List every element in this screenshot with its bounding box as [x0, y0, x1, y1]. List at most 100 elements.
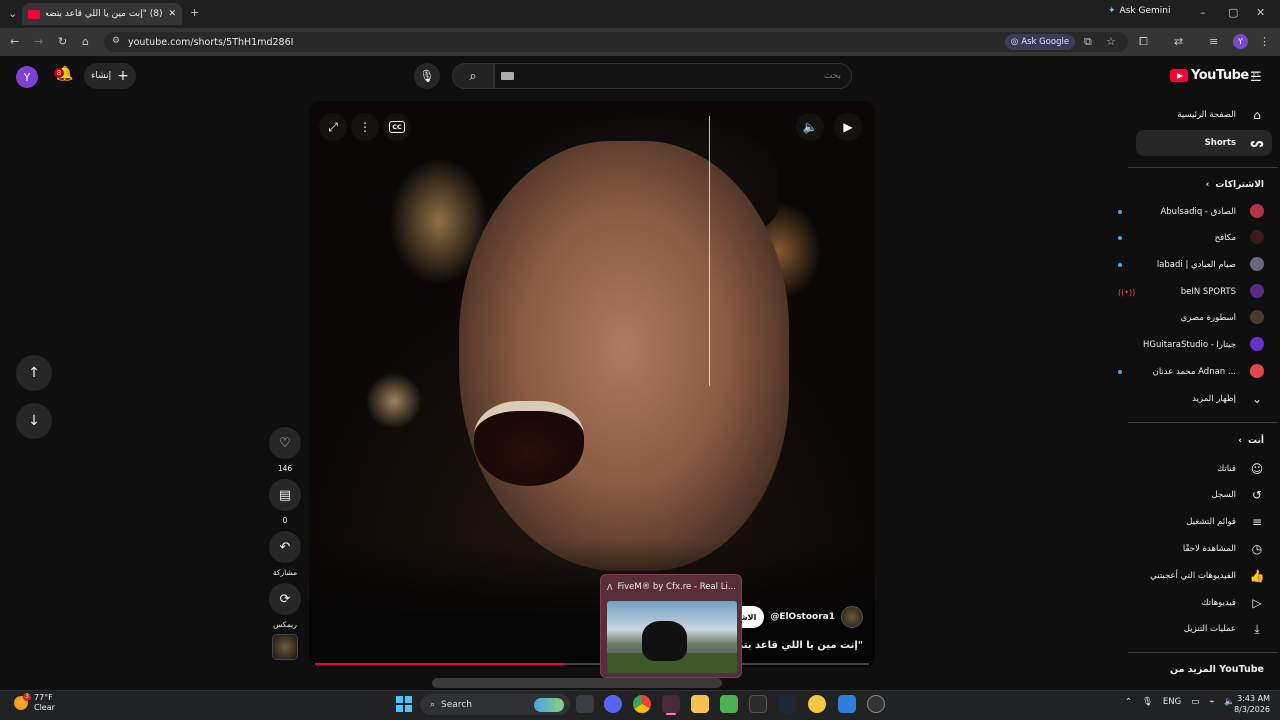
- comment-action: ▤ 0: [269, 479, 301, 525]
- sidebar-you-item[interactable]: الفيديوهات التي أعجبتني 👍: [1128, 564, 1268, 588]
- close-window-icon[interactable]: ✕: [1256, 6, 1265, 19]
- play-icon[interactable]: ▶: [834, 113, 862, 141]
- history-icon: ↺: [1251, 488, 1263, 502]
- sidebar-subscription-item[interactable]: مكافح: [1118, 226, 1268, 250]
- fivem-taskbar-icon[interactable]: [662, 695, 680, 713]
- ask-gemini-button[interactable]: ✦ Ask Gemini: [1108, 6, 1170, 16]
- channel-handle[interactable]: @ElOstoora1: [770, 612, 835, 622]
- sidebar-subscription-item[interactable]: محمد عدنان Adnan ...: [1118, 360, 1268, 384]
- network-icon[interactable]: ⌁: [1209, 697, 1214, 707]
- sidebar-you-item[interactable]: قوائم التشغيل ≡: [1128, 510, 1268, 534]
- sidebar-you-item[interactable]: قناتك ☺: [1128, 457, 1268, 481]
- forward-icon[interactable]: →: [34, 35, 43, 48]
- back-icon[interactable]: ←: [10, 35, 19, 48]
- channel-avatar[interactable]: [841, 606, 863, 628]
- ask-google-button[interactable]: ◎ Ask Google: [1005, 34, 1075, 50]
- sidebar-subscription-item[interactable]: labadi | صيام العبادي: [1118, 253, 1268, 277]
- previous-short-button[interactable]: ↑: [16, 355, 52, 391]
- search-icon: ⌕: [469, 68, 477, 84]
- sidebar-subscription-item[interactable]: أسطورة مصري: [1118, 306, 1268, 330]
- sidebar-subscription-item[interactable]: HGuitaraStudio - جيتارا: [1118, 333, 1268, 357]
- next-short-button[interactable]: ↓: [16, 403, 52, 439]
- sidebar-subscription-item[interactable]: ((•)) beIN SPORTS: [1118, 280, 1268, 304]
- emoji-app-icon[interactable]: [808, 695, 826, 713]
- new-content-dot-icon: [1118, 370, 1122, 374]
- fullscreen-icon[interactable]: ⤢: [319, 113, 347, 141]
- new-content-dot-icon: [1118, 210, 1122, 214]
- microphone-tray-icon[interactable]: 🎙: [1142, 697, 1153, 707]
- sidebar-item-home[interactable]: الصفحة الرئيسية ⌂: [1128, 103, 1268, 127]
- you-heading[interactable]: ‹ أنت: [1238, 436, 1264, 446]
- captions-button[interactable]: CC: [383, 113, 411, 141]
- sound-source-thumbnail[interactable]: [272, 634, 298, 660]
- preview-rider: [642, 621, 687, 661]
- comments-button[interactable]: ▤: [269, 479, 301, 511]
- like-action: ♡ 146: [269, 427, 301, 473]
- site-info-icon[interactable]: ⚙: [112, 36, 120, 46]
- guide-menu-icon[interactable]: ☰: [1250, 70, 1262, 85]
- terminal-icon[interactable]: [749, 695, 767, 713]
- taskbar-search[interactable]: ⌕ Search: [420, 694, 570, 715]
- clock-date: 8/3/2026: [1234, 705, 1270, 714]
- sidebar-you-item[interactable]: المشاهدة لاحقًا ◷: [1128, 537, 1268, 561]
- display-icon[interactable]: ▭: [1191, 697, 1199, 707]
- reload-icon[interactable]: ↻: [58, 35, 67, 48]
- weather-widget[interactable]: 3 77°F Clear: [14, 693, 55, 713]
- steam-icon[interactable]: [778, 695, 796, 713]
- sidebar-you-item[interactable]: فيديوهاتك ▷: [1128, 591, 1268, 615]
- taskbar-window-preview[interactable]: Λ FiveM® by Cfx.re - Real Li...: [600, 574, 742, 678]
- chrome-icon[interactable]: [633, 695, 651, 713]
- account-avatar[interactable]: Y: [16, 66, 38, 88]
- tab-close-icon[interactable]: ✕: [168, 9, 176, 19]
- preview-title: FiveM® by Cfx.re - Real Li...: [617, 582, 736, 592]
- security-shield-icon[interactable]: [838, 695, 856, 713]
- language-indicator[interactable]: ENG: [1163, 697, 1181, 707]
- obs-icon[interactable]: [867, 695, 885, 713]
- youtube-logo[interactable]: YouTube JO: [1170, 68, 1259, 83]
- like-button[interactable]: ♡: [269, 427, 301, 459]
- sidebar-you-item[interactable]: السجل ↺: [1128, 483, 1268, 507]
- url-text: youtube.com/shorts/5ThH1md286I: [128, 36, 294, 48]
- weather-sun-icon: 3: [14, 693, 31, 710]
- taskbar-clock[interactable]: 3:43 AM 8/3/2026: [1230, 693, 1270, 715]
- browser-tab[interactable]: (8) "إنت مين يا اللي قاعد بتضحك" ✕: [22, 3, 182, 25]
- sidebar-subscription-item[interactable]: Abulsadiq - الصادق: [1118, 200, 1268, 224]
- volume-icon[interactable]: 🔈: [796, 113, 824, 141]
- show-more-button[interactable]: إظهار المزيد ⌄: [1128, 387, 1268, 411]
- home-icon[interactable]: ⌂: [82, 35, 89, 48]
- create-button[interactable]: إنشاء +: [84, 63, 136, 89]
- tray-overflow-icon[interactable]: ⌃: [1125, 697, 1132, 707]
- task-view-icon[interactable]: [576, 695, 594, 713]
- maximize-icon[interactable]: ▢: [1228, 6, 1238, 19]
- subscriptions-heading[interactable]: ‹ الاشتراكات: [1206, 180, 1264, 190]
- bookmark-star-icon[interactable]: ☆: [1106, 35, 1116, 48]
- translate-icon[interactable]: ⇄: [1174, 35, 1183, 48]
- address-bar[interactable]: ⚙ youtube.com/shorts/5ThH1md286I: [104, 32, 1128, 52]
- install-app-icon[interactable]: ⧉: [1084, 35, 1092, 49]
- store-app-icon[interactable]: [720, 695, 738, 713]
- progress-bar[interactable]: [315, 663, 869, 665]
- more-options-icon[interactable]: ⋮: [351, 113, 379, 141]
- file-explorer-icon[interactable]: [691, 695, 709, 713]
- sidebar-item-shorts[interactable]: Shorts ᔕ: [1128, 131, 1268, 155]
- shorts-video-player[interactable]: ⤢ ⋮ CC 🔈 ▶ الاشتراك @ElOstoora1 "إنت مين…: [309, 101, 875, 667]
- new-tab-icon[interactable]: +: [190, 6, 199, 19]
- browser-menu-icon[interactable]: ⋮: [1259, 35, 1270, 48]
- tab-search-icon[interactable]: ⌄: [8, 7, 17, 20]
- reading-list-icon[interactable]: ≡: [1209, 35, 1218, 48]
- browser-profile-avatar[interactable]: Y: [1233, 34, 1248, 49]
- voice-search-icon[interactable]: 🎙: [414, 63, 440, 89]
- search-input[interactable]: [494, 63, 852, 89]
- channel-avatar-icon: [1250, 203, 1264, 218]
- remix-button[interactable]: ⟳: [269, 583, 301, 615]
- search-button[interactable]: ⌕: [452, 63, 494, 89]
- minimize-icon[interactable]: –: [1200, 6, 1206, 19]
- start-button[interactable]: [396, 696, 412, 712]
- horizontal-scrollbar[interactable]: [432, 678, 722, 688]
- share-button[interactable]: ↶: [269, 531, 301, 563]
- extensions-icon[interactable]: ⧠: [1139, 35, 1148, 49]
- discord-icon[interactable]: [604, 695, 622, 713]
- sidebar-you-item[interactable]: عمليات التنزيل ⤓: [1128, 617, 1268, 641]
- logo-text: YouTube: [1191, 68, 1249, 83]
- keyboard-icon[interactable]: [501, 72, 514, 80]
